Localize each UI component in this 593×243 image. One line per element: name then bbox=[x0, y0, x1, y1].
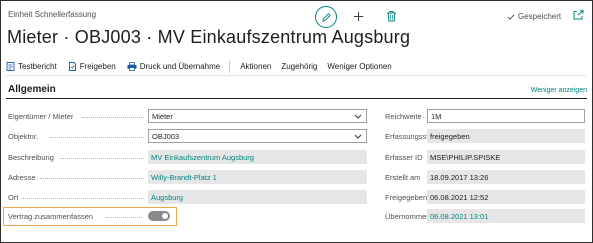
show-less-link[interactable]: Weniger anzeigen bbox=[531, 87, 587, 94]
chevron-down-icon bbox=[354, 114, 362, 119]
add-button[interactable] bbox=[350, 8, 366, 24]
label-leader bbox=[106, 217, 142, 218]
freigeben-action[interactable]: Freigeben bbox=[68, 59, 116, 75]
toolbar-separator bbox=[229, 60, 231, 73]
reichweite-input[interactable]: 1M bbox=[427, 109, 585, 123]
release-document-icon bbox=[68, 62, 76, 71]
field-label: Objektnr. bbox=[8, 132, 39, 141]
erfassungsstatus-value: freigegeben bbox=[427, 129, 585, 143]
select-value: Mieter bbox=[152, 111, 173, 121]
chevron-down-icon bbox=[354, 134, 362, 139]
section-header-allgemein: Allgemein Weniger anzeigen bbox=[6, 84, 587, 99]
aktionen-menu[interactable]: Aktionen bbox=[240, 62, 271, 71]
open-in-new-icon bbox=[573, 10, 583, 20]
field-label: Adresse bbox=[8, 173, 36, 182]
field-reichweite: Reichweite 1M bbox=[385, 109, 585, 124]
vertrag-zusammenfassen-toggle[interactable] bbox=[148, 211, 170, 221]
action-bar: Testbericht Freigeben Druck und Übernahm… bbox=[6, 58, 586, 76]
plus-icon bbox=[353, 11, 363, 21]
field-objektnr: Objektnr. OBJ003 bbox=[8, 129, 368, 144]
testbericht-label: Testbericht bbox=[18, 62, 57, 71]
druck-und-uebernahme-label: Druck und Übernahme bbox=[139, 62, 221, 71]
toggle-knob bbox=[162, 213, 168, 219]
label-leader bbox=[40, 178, 144, 179]
erfasser-id-value: MSE\PHILIP.SPISKE bbox=[427, 150, 585, 164]
delete-button[interactable] bbox=[383, 8, 399, 24]
field-label: Ort bbox=[8, 193, 19, 202]
open-new-window-button[interactable] bbox=[570, 7, 586, 23]
pencil-icon bbox=[321, 12, 331, 22]
label-leader bbox=[50, 137, 144, 138]
field-uebernommen-am: Übernommen am 06.08.2021 13:01 bbox=[385, 209, 585, 224]
edit-button[interactable] bbox=[315, 6, 337, 28]
erstellt-am-value: 18.09.2017 13:26 bbox=[427, 170, 585, 184]
freigeben-label: Freigeben bbox=[79, 62, 116, 71]
field-erfassungsstatus: Erfassungsstatus freigegeben bbox=[385, 129, 585, 144]
field-label: Erstellt am bbox=[385, 173, 421, 182]
print-icon bbox=[127, 62, 137, 71]
freigegeben-am-value: 06.08.2021 12:52 bbox=[427, 190, 585, 204]
saved-label: Gespeichert bbox=[518, 12, 562, 21]
field-label: Reichweite bbox=[385, 112, 422, 121]
page-title: Mieter · OBJ003 · MV Einkaufszentrum Aug… bbox=[7, 27, 411, 47]
field-eigentuemer-mieter: Eigentümer / Mieter Mieter bbox=[8, 109, 368, 124]
section-title[interactable]: Allgemein bbox=[8, 84, 56, 95]
ort-value[interactable]: Augsburg bbox=[148, 190, 367, 204]
select-value: OBJ003 bbox=[152, 131, 180, 141]
uebernommen-am-value: 06.08.2021 13:01 bbox=[427, 209, 585, 223]
druck-und-uebernahme-action[interactable]: Druck und Übernahme bbox=[127, 59, 220, 75]
label-leader bbox=[423, 117, 426, 118]
field-erstellt-am: Erstellt am 18.09.2017 13:26 bbox=[385, 170, 585, 185]
zugehoerig-menu[interactable]: Zugehörig bbox=[281, 62, 317, 71]
eigentuemer-mieter-select[interactable]: Mieter bbox=[148, 109, 367, 123]
field-label: Beschreibung bbox=[8, 153, 54, 162]
objektnr-select[interactable]: OBJ003 bbox=[148, 129, 367, 143]
trash-icon bbox=[386, 11, 396, 22]
page-caption: Einheit Schnellerfassung bbox=[8, 10, 97, 19]
field-label: Eigentümer / Mieter bbox=[8, 112, 74, 121]
label-leader bbox=[60, 158, 144, 159]
saved-status: Gespeichert bbox=[507, 12, 561, 21]
field-beschreibung: Beschreibung MV Einkaufszentrum Augsburg bbox=[8, 150, 368, 165]
field-erfasser-id: Erfasser ID MSE\PHILIP.SPISKE bbox=[385, 150, 585, 165]
label-leader bbox=[82, 117, 144, 118]
field-adresse: Adresse Willy-Brandt-Platz 1 bbox=[8, 170, 368, 185]
weniger-optionen-button[interactable]: Weniger Optionen bbox=[327, 62, 391, 71]
beschreibung-value[interactable]: MV Einkaufszentrum Augsburg bbox=[148, 150, 367, 164]
report-icon bbox=[6, 62, 15, 71]
check-icon bbox=[507, 13, 515, 20]
field-label: Erfasser ID bbox=[385, 153, 423, 162]
field-label: Vertrag zusammenfassen bbox=[8, 212, 94, 221]
adresse-value[interactable]: Willy-Brandt-Platz 1 bbox=[148, 170, 367, 184]
page-frame: Einheit Schnellerfassung Mieter · OBJ003… bbox=[0, 0, 593, 243]
label-leader bbox=[22, 198, 144, 199]
field-freigegeben-am: Freigegeben am 06.08.2021 12:52 bbox=[385, 190, 585, 205]
field-vertrag-zusammenfassen: Vertrag zusammenfassen bbox=[8, 209, 148, 224]
field-ort: Ort Augsburg bbox=[8, 190, 368, 205]
testbericht-action[interactable]: Testbericht bbox=[6, 59, 57, 75]
